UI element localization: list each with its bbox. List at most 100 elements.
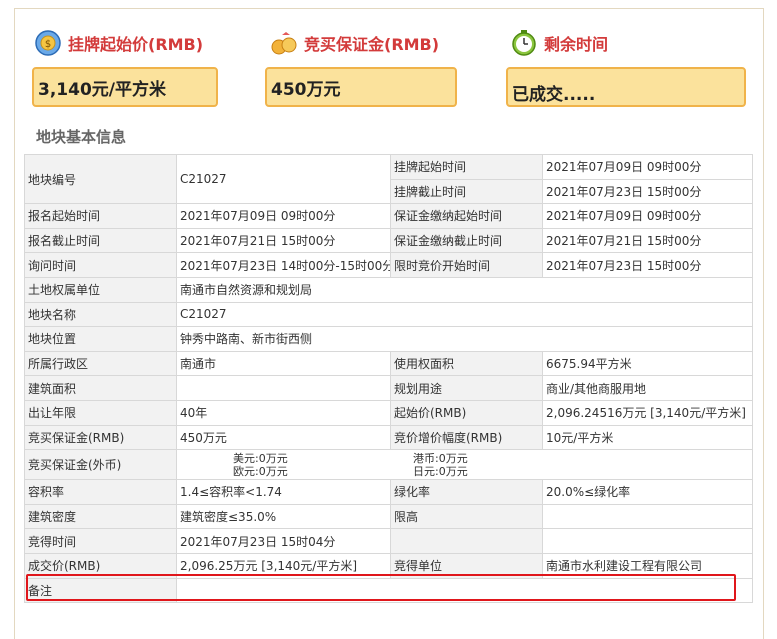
deposit-end-value: 2021年07月21日 15时00分 bbox=[542, 227, 753, 254]
land-owner-label: 土地权属单位 bbox=[24, 276, 177, 303]
svg-text:$: $ bbox=[45, 39, 51, 50]
plot-number-label: 地块编号 bbox=[24, 153, 177, 205]
height-limit-value bbox=[542, 503, 753, 530]
deposit-rmb-value: 450万元 bbox=[176, 424, 391, 451]
use-area-value: 6675.94平方米 bbox=[542, 350, 753, 377]
table-row: 询问时间 2021年07月23日 14时00分-15时00分 限时竞价开始时间 … bbox=[24, 252, 753, 278]
listing-start-value: 2021年07月09日 09时00分 bbox=[542, 154, 753, 180]
empty-label bbox=[390, 528, 543, 554]
plot-ratio-label: 容积率 bbox=[24, 479, 177, 505]
plot-number-value: C21027 bbox=[176, 153, 391, 205]
winner-value: 南通市水利建设工程有限公司 bbox=[542, 552, 753, 579]
usd-value: 0万元 bbox=[258, 451, 288, 465]
district-value: 南通市 bbox=[176, 350, 391, 377]
land-owner-value: 南通市自然资源和规划局 bbox=[176, 276, 753, 303]
table-row: 报名起始时间 2021年07月09日 09时00分 保证金缴纳起始时间 2021… bbox=[24, 203, 753, 229]
registration-start-value: 2021年07月09日 09时00分 bbox=[176, 203, 391, 229]
deposit-rmb-label: 竞买保证金(RMB) bbox=[24, 424, 177, 451]
table-row: 地块名称 C21027 bbox=[24, 301, 753, 328]
table-row: 容积率 1.4≤容积率<1.74 绿化率 20.0%≤绿化率 bbox=[24, 479, 753, 505]
plot-location-value: 钟秀中路南、新市街西侧 bbox=[176, 326, 753, 352]
bidding-start-value: 2021年07月23日 15时00分 bbox=[542, 252, 753, 278]
remarks-value bbox=[176, 577, 753, 604]
table-row: 备注 bbox=[24, 577, 753, 604]
table-row: 地块编号 C21027 挂牌起始时间 2021年07月09日 09时00分 bbox=[24, 153, 753, 205]
deposit-value: 450万元 bbox=[265, 67, 457, 107]
deal-price-value: 2,096.25万元 [3,140元/平方米] bbox=[176, 552, 391, 579]
remaining-time-header: 剩余时间 bbox=[510, 26, 608, 60]
table-row: 所属行政区 南通市 使用权面积 6675.94平方米 bbox=[24, 350, 753, 377]
empty-value bbox=[542, 528, 753, 554]
deal-price-label: 成交价(RMB) bbox=[24, 552, 177, 579]
plot-ratio-value: 1.4≤容积率<1.74 bbox=[176, 479, 391, 505]
section-title: 地块基本信息 bbox=[36, 128, 127, 146]
remarks-label: 备注 bbox=[24, 577, 177, 604]
green-rate-value: 20.0%≤绿化率 bbox=[542, 479, 753, 505]
planned-use-label: 规划用途 bbox=[390, 375, 543, 401]
table-row: 竞买保证金(外币) 美元: 0万元 欧元: 0万元 港币: 0万元 日元: 0万元 bbox=[24, 449, 753, 481]
table-row: 建筑面积 规划用途 商业/其他商服用地 bbox=[24, 375, 753, 401]
registration-end-label: 报名截止时间 bbox=[24, 227, 177, 254]
eur-value: 0万元 bbox=[258, 464, 288, 478]
registration-start-label: 报名起始时间 bbox=[24, 203, 177, 229]
deposit-foreign-label: 竞买保证金(外币) bbox=[24, 449, 177, 481]
winner-label: 竞得单位 bbox=[390, 552, 543, 579]
usd-key: 美元: bbox=[233, 451, 259, 465]
jpy-value: 0万元 bbox=[438, 464, 468, 478]
money-bag-icon bbox=[271, 32, 297, 55]
hkd-value: 0万元 bbox=[438, 451, 468, 465]
table-row: 地块位置 钟秀中路南、新市街西侧 bbox=[24, 326, 753, 352]
listing-end-value: 2021年07月23日 15时00分 bbox=[542, 178, 753, 205]
bid-increment-label: 竞价增价幅度(RMB) bbox=[390, 424, 543, 451]
table-row: 报名截止时间 2021年07月21日 15时00分 保证金缴纳截止时间 2021… bbox=[24, 227, 753, 254]
plot-location-label: 地块位置 bbox=[24, 326, 177, 352]
start-price-row-value: 2,096.24516万元 [3,140元/平方米] bbox=[542, 399, 753, 426]
deposit-start-label: 保证金缴纳起始时间 bbox=[390, 203, 543, 229]
win-time-label: 竞得时间 bbox=[24, 528, 177, 554]
inquiry-time-label: 询问时间 bbox=[24, 252, 177, 278]
win-time-value: 2021年07月23日 15时04分 bbox=[176, 528, 391, 554]
district-label: 所属行政区 bbox=[24, 350, 177, 377]
use-area-label: 使用权面积 bbox=[390, 350, 543, 377]
table-row: 出让年限 40年 起始价(RMB) 2,096.24516万元 [3,140元/… bbox=[24, 399, 753, 426]
start-price-row-label: 起始价(RMB) bbox=[390, 399, 543, 426]
height-limit-label: 限高 bbox=[390, 503, 543, 530]
hkd-key: 港币: bbox=[413, 451, 439, 465]
jpy-key: 日元: bbox=[413, 464, 439, 478]
green-rate-label: 绿化率 bbox=[390, 479, 543, 505]
lease-term-label: 出让年限 bbox=[24, 399, 177, 426]
deposit-label: 竞买保证金(RMB) bbox=[304, 35, 440, 54]
start-price-header: $ 挂牌起始价(RMB) bbox=[34, 26, 203, 60]
listing-end-label: 挂牌截止时间 bbox=[390, 178, 543, 205]
bidding-start-label: 限时竞价开始时间 bbox=[390, 252, 543, 278]
deposit-end-label: 保证金缴纳截止时间 bbox=[390, 227, 543, 254]
listing-start-label: 挂牌起始时间 bbox=[390, 154, 543, 180]
remaining-time-label: 剩余时间 bbox=[544, 35, 609, 54]
deposit-header: 竞买保证金(RMB) bbox=[270, 26, 439, 60]
building-density-label: 建筑密度 bbox=[24, 503, 177, 530]
table-row: 建筑密度 建筑密度≤35.0% 限高 bbox=[24, 503, 753, 530]
remaining-time-value: 已成交..... bbox=[506, 67, 746, 107]
lease-term-value: 40年 bbox=[176, 399, 391, 426]
planned-use-value: 商业/其他商服用地 bbox=[542, 375, 753, 401]
plot-name-value: C21027 bbox=[176, 301, 753, 328]
start-price-value: 3,140元/平方米 bbox=[32, 67, 218, 107]
eur-key: 欧元: bbox=[233, 464, 259, 478]
table-row: 竞得时间 2021年07月23日 15时04分 bbox=[24, 528, 753, 554]
table-row: 土地权属单位 南通市自然资源和规划局 bbox=[24, 276, 753, 303]
bid-increment-value: 10元/平方米 bbox=[542, 424, 753, 451]
building-density-value: 建筑密度≤35.0% bbox=[176, 503, 391, 530]
price-tag-icon: $ bbox=[35, 30, 61, 56]
clock-icon bbox=[512, 30, 536, 56]
registration-end-value: 2021年07月21日 15时00分 bbox=[176, 227, 391, 254]
start-price-label: 挂牌起始价(RMB) bbox=[68, 35, 204, 54]
inquiry-time-value: 2021年07月23日 14时00分-15时00分 bbox=[176, 252, 391, 278]
land-info-table: 地块编号 C21027 挂牌起始时间 2021年07月09日 09时00分 挂牌… bbox=[24, 153, 753, 604]
plot-name-label: 地块名称 bbox=[24, 301, 177, 328]
deposit-foreign-value: 美元: 0万元 欧元: 0万元 港币: 0万元 日元: 0万元 bbox=[176, 449, 753, 481]
building-area-value bbox=[176, 375, 391, 401]
building-area-label: 建筑面积 bbox=[24, 375, 177, 401]
table-row: 竞买保证金(RMB) 450万元 竞价增价幅度(RMB) 10元/平方米 bbox=[24, 424, 753, 451]
deposit-start-value: 2021年07月09日 09时00分 bbox=[542, 203, 753, 229]
table-row: 成交价(RMB) 2,096.25万元 [3,140元/平方米] 竞得单位 南通… bbox=[24, 552, 753, 579]
